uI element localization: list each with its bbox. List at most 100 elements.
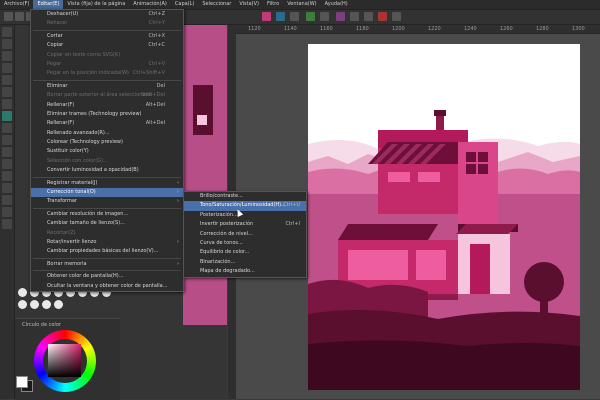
tonal-correction-item[interactable]: Invertir posterización Ctrl+I xyxy=(184,220,306,229)
edit-menu-item[interactable]: Cambiar tamaño de lienzo(S)... xyxy=(31,219,183,228)
brush-size-9[interactable] xyxy=(18,300,27,309)
edit-menu-item[interactable]: Cortar Ctrl+X xyxy=(31,32,183,41)
eye-icon[interactable] xyxy=(392,12,401,21)
menu-7[interactable]: Filtro xyxy=(263,0,283,9)
select-tool-icon[interactable] xyxy=(2,51,12,61)
ruler-tool-icon[interactable] xyxy=(2,219,12,229)
menu-item-label: Cambiar tamaño de lienzo(S)... xyxy=(47,220,125,227)
edit-menu-item[interactable]: Convertir luminosidad a opacidad(B) xyxy=(31,166,183,175)
grid-icon[interactable] xyxy=(306,12,315,21)
snap-icon[interactable] xyxy=(290,12,299,21)
color-picker-square[interactable] xyxy=(48,344,81,377)
menu-separator xyxy=(33,270,181,272)
fill-icon[interactable] xyxy=(350,12,359,21)
menu-3[interactable]: Animación(A) xyxy=(129,0,171,9)
tonal-correction-item[interactable]: Curva de tonos... xyxy=(184,239,306,248)
menu-2[interactable]: Vista (fija) de la página xyxy=(63,0,129,9)
tonal-correction-item[interactable]: Binarización... xyxy=(184,258,306,267)
edit-menu-item[interactable]: Colorear (Technology preview) xyxy=(31,138,183,147)
edit-menu-item[interactable]: Transformar › xyxy=(31,197,183,206)
house-illustration xyxy=(308,44,580,390)
menu-6[interactable]: Vista(V) xyxy=(235,0,263,9)
tonal-correction-item[interactable]: Corrección de nivel... xyxy=(184,230,306,239)
gradient-tool-icon[interactable] xyxy=(2,171,12,181)
edit-menu-item[interactable]: Rellenado avanzado(R)... xyxy=(31,129,183,138)
edit-menu-item[interactable]: Rotar/invertir lienzo › xyxy=(31,238,183,247)
tonal-correction-submenu: Brillo/contraste... Tono/Saturación/Lumin… xyxy=(183,191,307,278)
figure-tool-icon[interactable] xyxy=(2,183,12,193)
menu-item-label: Pegar xyxy=(47,60,62,67)
new-file-icon[interactable] xyxy=(4,12,13,21)
tonal-correction-item[interactable]: Tono/Saturación/Luminosidad(H)... Ctrl+U xyxy=(184,201,306,211)
menu-item-label: Cortar xyxy=(47,32,63,39)
transparency-icon[interactable] xyxy=(336,12,345,21)
move-tool-icon[interactable] xyxy=(2,39,12,49)
brush-size-10[interactable] xyxy=(30,300,39,309)
menu-1[interactable]: Editar(E) xyxy=(33,0,64,9)
menu-item-shortcut: Shift+Del xyxy=(141,92,165,99)
text-tool-icon[interactable] xyxy=(2,195,12,205)
pencil-tool-icon[interactable] xyxy=(2,99,12,109)
ruler-tick: 1200 xyxy=(392,26,405,32)
edit-menu-item[interactable]: Registrar material(J) › xyxy=(31,179,183,188)
layer-mask-icon[interactable] xyxy=(364,12,373,21)
edit-menu-item[interactable]: Rellenar(F) Alt+Del xyxy=(31,119,183,128)
menu-item-label: Cambiar resolución de imagen... xyxy=(47,210,129,217)
zoom-tool-icon[interactable] xyxy=(2,27,12,37)
tonal-correction-item[interactable]: Equilibrio de color... xyxy=(184,248,306,257)
pen-tool-icon[interactable] xyxy=(2,87,12,97)
eyedropper-tool-icon[interactable] xyxy=(2,75,12,85)
tonal-correction-item[interactable]: Posterización... xyxy=(184,211,306,220)
chevron-right-icon: › xyxy=(177,260,179,267)
eraser-tool-icon[interactable] xyxy=(2,135,12,145)
edit-menu-item[interactable]: Sustituir color(Y) xyxy=(31,147,183,156)
reference-icon[interactable] xyxy=(378,12,387,21)
open-file-icon[interactable] xyxy=(15,12,24,21)
menu-item-label: Mapa de degradado... xyxy=(200,268,255,275)
tonal-correction-item[interactable]: Brillo/contraste... xyxy=(184,192,306,201)
menu-8[interactable]: Ventana(W) xyxy=(283,0,320,9)
fill-tool-icon[interactable] xyxy=(2,159,12,169)
blend-tool-icon[interactable] xyxy=(2,147,12,157)
edit-menu-item[interactable]: Cambiar propiedades básicas del lienzo(V… xyxy=(31,247,183,256)
balloon-tool-icon[interactable] xyxy=(2,207,12,217)
tonal-correction-item[interactable]: Mapa de degradado... xyxy=(184,267,306,276)
brush-size-1[interactable] xyxy=(18,288,27,297)
menu-4[interactable]: Capa(L) xyxy=(171,0,198,9)
ruler-icon[interactable] xyxy=(320,12,329,21)
edit-menu-item[interactable]: Obtener color de pantalla(H)... xyxy=(31,272,183,281)
edit-menu-item[interactable]: Ocultar la ventana y obtener color de pa… xyxy=(31,282,183,291)
brush-tool-icon[interactable] xyxy=(2,111,12,121)
top-ruler: 1120 1140 1160 1180 1200 1220 1240 1260 1280 1300 xyxy=(228,25,600,34)
menu-0[interactable]: Archivo(F) xyxy=(0,0,33,9)
edit-menu-item[interactable]: Borrar memoria › xyxy=(31,260,183,269)
color-icon[interactable] xyxy=(262,12,271,21)
menu-item-shortcut: Del xyxy=(156,82,165,89)
menu-item-shortcut: Alt+Del xyxy=(145,101,165,108)
airbrush-tool-icon[interactable] xyxy=(2,123,12,133)
edit-menu-item[interactable]: Cambiar resolución de imagen... xyxy=(31,210,183,219)
ruler-tick: 1140 xyxy=(284,26,297,32)
chevron-right-icon: › xyxy=(177,179,179,186)
edit-menu-item[interactable]: Eliminar trames (Technology preview) xyxy=(31,110,183,119)
edit-menu-item[interactable]: Corrección tonal(O) › xyxy=(31,188,183,198)
ruler-tick: 1300 xyxy=(572,26,585,32)
background-canvas xyxy=(183,25,227,325)
artwork-canvas[interactable] xyxy=(308,44,580,390)
edit-menu-item[interactable]: Copiar Ctrl+C xyxy=(31,41,183,50)
brush-size-11[interactable] xyxy=(42,300,51,309)
menu-9[interactable]: Ayuda(H) xyxy=(321,0,352,9)
menu-separator xyxy=(33,176,181,178)
foreground-color-swatch[interactable] xyxy=(16,376,28,388)
menu-item-label: Brillo/contraste... xyxy=(200,193,243,199)
edit-menu-item[interactable]: Eliminar Del xyxy=(31,82,183,91)
ruler-tick: 1160 xyxy=(320,26,333,32)
edit-menu-item[interactable]: Deshacer(U) Ctrl+Z xyxy=(31,10,183,19)
menu-item-label: Corrección tonal(O) xyxy=(47,189,96,196)
lasso-tool-icon[interactable] xyxy=(2,63,12,73)
layer-color-icon[interactable] xyxy=(276,12,285,21)
brush-size-12[interactable] xyxy=(54,300,63,309)
menu-item-label: Recortar(Z) xyxy=(47,229,76,236)
menu-5[interactable]: Seleccionar xyxy=(198,0,235,9)
edit-menu-item[interactable]: Rellenar(F) Alt+Del xyxy=(31,101,183,110)
